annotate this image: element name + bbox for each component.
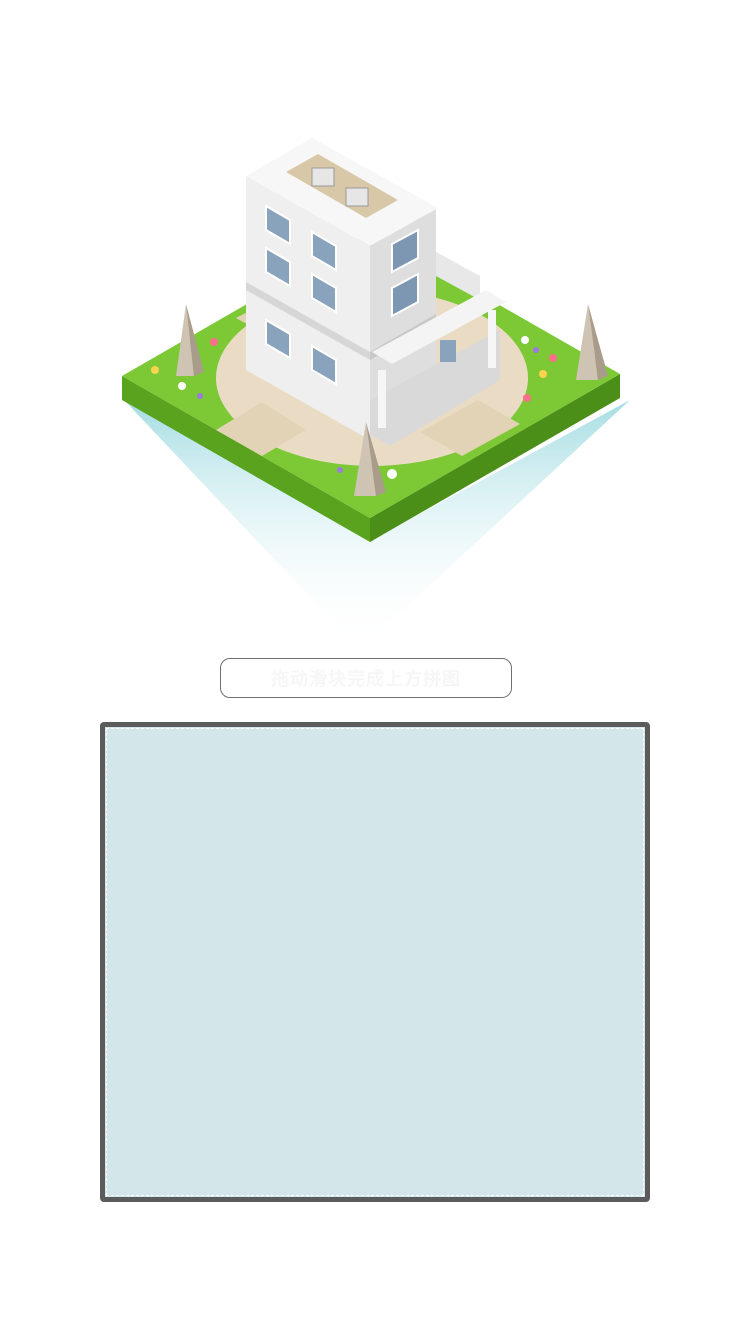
slide-instruction-pill: 拖动滑块完成上方拼图: [220, 658, 512, 698]
air-conditioner-icon: [311, 167, 335, 187]
slide-instruction-text: 拖动滑块完成上方拼图: [271, 669, 461, 690]
porch-column: [378, 370, 386, 428]
obelisk-icon: [576, 304, 608, 380]
porch-door: [440, 340, 456, 362]
porch-column: [488, 310, 496, 368]
puzzle-play-area[interactable]: [100, 722, 650, 1202]
air-conditioner-icon: [345, 187, 369, 207]
isometric-building-scene: [122, 138, 630, 650]
